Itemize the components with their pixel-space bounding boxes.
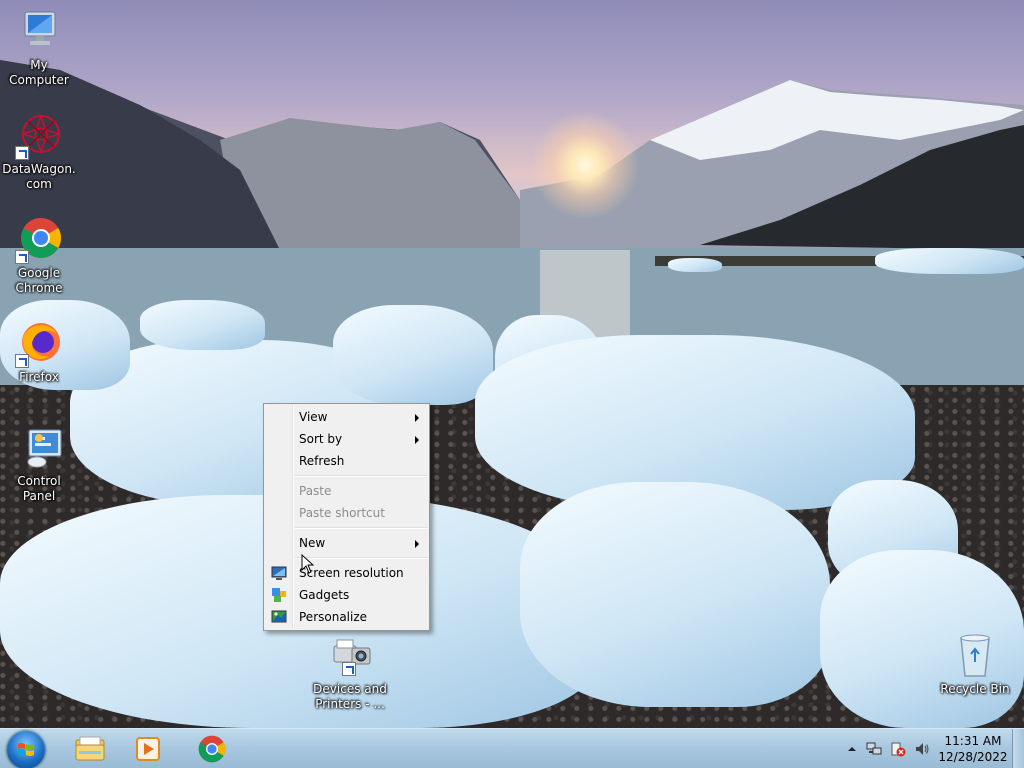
- start-button[interactable]: [7, 731, 45, 768]
- taskbar-google-chrome[interactable]: [186, 731, 238, 767]
- submenu-arrow-icon: [415, 414, 419, 422]
- taskbar-windows-explorer[interactable]: [64, 731, 116, 767]
- menu-item-label: New: [299, 536, 326, 550]
- menu-item-gadgets[interactable]: Gadgets: [266, 584, 427, 606]
- menu-item-label: Sort by: [299, 432, 343, 446]
- shortcut-arrow-icon: [342, 662, 356, 676]
- recycle-bin-icon: [951, 632, 999, 680]
- desktop-icon-label: DataWagon.com: [2, 162, 76, 191]
- system-clock[interactable]: 11:31 AM 12/28/2022: [932, 733, 1014, 765]
- menu-item-label: Paste: [299, 484, 332, 498]
- network-icon[interactable]: [866, 741, 882, 757]
- computer-icon: [15, 8, 63, 56]
- datawagon-icon: [15, 112, 63, 160]
- desktop-icon-label: My Computer: [9, 58, 69, 87]
- chrome-icon: [15, 216, 63, 264]
- desktop-icon-devices-and-printers[interactable]: Devices and Printers - ...: [311, 632, 389, 712]
- ice-block: [875, 248, 1024, 274]
- desktop-icon-label: Recycle Bin: [940, 682, 1010, 696]
- desktop-icon-datawagon[interactable]: DataWagon.com: [0, 112, 78, 192]
- menu-item-label: Refresh: [299, 454, 345, 468]
- action-center-icon[interactable]: [890, 741, 906, 757]
- desktop-icon-google-chrome[interactable]: Google Chrome: [0, 216, 78, 296]
- submenu-arrow-icon: [415, 436, 419, 444]
- menu-separator: [295, 557, 428, 559]
- windows-explorer-icon: [75, 736, 105, 761]
- menu-separator: [295, 527, 428, 529]
- firefox-icon: [15, 320, 63, 368]
- submenu-arrow-icon: [415, 540, 419, 548]
- clock-date: 12/28/2022: [938, 750, 1008, 764]
- screen-resolution-icon: [271, 566, 287, 580]
- menu-item-paste-shortcut[interactable]: Paste shortcut: [266, 502, 427, 524]
- desktop-icon-label: Devices and Printers - ...: [313, 682, 387, 711]
- desktop-icon-control-panel[interactable]: Control Panel: [0, 424, 78, 504]
- sun-glare: [530, 110, 640, 220]
- chrome-icon: [198, 735, 226, 763]
- control-panel-icon: [15, 424, 63, 472]
- menu-item-personalize[interactable]: Personalize: [266, 606, 427, 628]
- desktop-context-menu: View Sort by Refresh Paste Paste shortcu…: [263, 403, 430, 631]
- menu-item-label: Screen resolution: [299, 566, 404, 580]
- desktop-icon-recycle-bin[interactable]: Recycle Bin: [936, 632, 1014, 697]
- ice-block: [520, 482, 830, 707]
- desktop-icon-label: Firefox: [19, 370, 59, 384]
- menu-item-screen-resolution[interactable]: Screen resolution: [266, 562, 427, 584]
- ice-block: [333, 305, 493, 405]
- devices-printers-icon: [326, 632, 374, 680]
- show-desktop-button[interactable]: [1012, 729, 1024, 768]
- desktop[interactable]: My Computer DataWagon.com Google Chrome …: [0, 0, 1024, 728]
- clock-time: 11:31 AM: [944, 734, 1002, 748]
- menu-item-sort-by[interactable]: Sort by: [266, 428, 427, 450]
- ice-block: [140, 300, 265, 350]
- desktop-icon-label: Control Panel: [17, 474, 61, 503]
- ice-block: [668, 258, 722, 272]
- menu-item-label: View: [299, 410, 328, 424]
- desktop-icon-my-computer[interactable]: My Computer: [0, 8, 78, 88]
- taskbar: 11:31 AM 12/28/2022: [0, 728, 1024, 768]
- menu-separator: [295, 475, 428, 477]
- media-player-icon: [136, 737, 160, 761]
- menu-item-label: Personalize: [299, 610, 368, 624]
- shortcut-arrow-icon: [15, 250, 29, 264]
- windows-logo-icon: [18, 743, 34, 756]
- shortcut-arrow-icon: [15, 146, 29, 160]
- menu-item-label: Paste shortcut: [299, 506, 385, 520]
- show-hidden-icons-icon[interactable]: [844, 741, 860, 757]
- menu-item-refresh[interactable]: Refresh: [266, 450, 427, 472]
- shortcut-arrow-icon: [15, 354, 29, 368]
- gadgets-icon: [272, 588, 286, 602]
- menu-item-paste[interactable]: Paste: [266, 480, 427, 502]
- desktop-icon-firefox[interactable]: Firefox: [0, 320, 78, 385]
- menu-item-view[interactable]: View: [266, 406, 427, 428]
- menu-item-new[interactable]: New: [266, 532, 427, 554]
- mouse-cursor-icon: [301, 554, 314, 574]
- taskbar-media-player[interactable]: [122, 731, 174, 767]
- menu-item-label: Gadgets: [299, 588, 350, 602]
- volume-icon[interactable]: [914, 741, 930, 757]
- desktop-icon-label: Google Chrome: [15, 266, 63, 295]
- personalize-icon: [271, 610, 287, 623]
